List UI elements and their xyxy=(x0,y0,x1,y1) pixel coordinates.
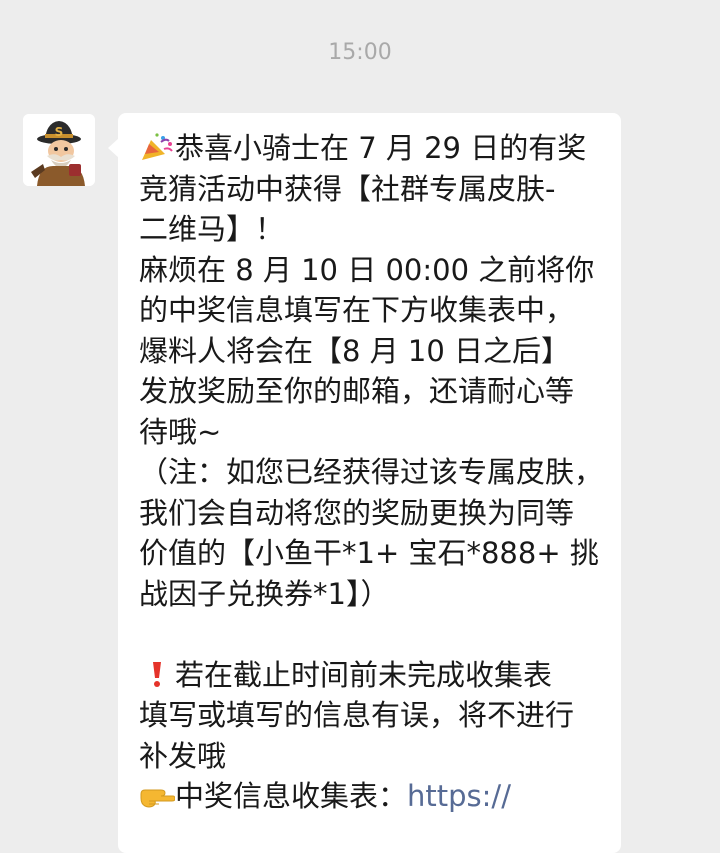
message-line: 战因子兑换券*1】） xyxy=(139,576,390,611)
message-line: 我们会自动将您的奖励更换为同等 xyxy=(139,495,575,530)
message-line: 爆料人将会在【8 月 10 日之后】 xyxy=(139,333,571,368)
message-line: 发放奖励至你的邮箱，还请耐心等 xyxy=(139,374,575,408)
message-line-text: 中奖信息收集表： xyxy=(175,779,408,813)
message-line: 填写或填写的信息有误，将不进行 xyxy=(139,698,575,732)
svg-text:S: S xyxy=(55,125,64,139)
party-popper-icon xyxy=(142,133,173,160)
message-line-text: 若在截止时间前未完成收集表 xyxy=(175,657,553,692)
message-line: 二维马】！ xyxy=(139,212,285,246)
message-line: 若在截止时间前未完成收集表 xyxy=(139,655,609,696)
knight-character-avatar-icon: S xyxy=(23,114,95,186)
message-line: 中奖信息收集表：https:// xyxy=(139,776,609,817)
message-line: 麻烦在 8 月 10 日 00:00 之前将你 xyxy=(139,252,595,287)
message-line-text: 恭喜小骑士在 7 月 29 日的有奖 xyxy=(175,131,587,165)
message-line: 恭喜小骑士在 7 月 29 日的有奖 xyxy=(139,128,609,169)
message-line: 的中奖信息填写在下方收集表中， xyxy=(139,293,575,327)
pointing-hand-icon xyxy=(140,789,175,808)
message-line: 价值的【小鱼干*1+ 宝石*888+ 挑 xyxy=(139,536,599,570)
sender-avatar[interactable]: S xyxy=(23,114,95,186)
message-line: （注：如您已经获得过该专属皮肤， xyxy=(139,455,604,489)
message-text: 恭喜小骑士在 7 月 29 日的有奖 竞猜活动中获得【社群专属皮肤- 二维马】！… xyxy=(139,128,609,817)
message-line: 补发哦 xyxy=(139,738,227,773)
collection-form-link[interactable]: https:// xyxy=(407,779,511,813)
message-timestamp: 15:00 xyxy=(328,40,392,65)
message-line: 竞猜活动中获得【社群专属皮肤- xyxy=(139,171,556,206)
red-exclamation-icon xyxy=(153,661,161,687)
message-line: 待哦~ xyxy=(139,414,222,449)
